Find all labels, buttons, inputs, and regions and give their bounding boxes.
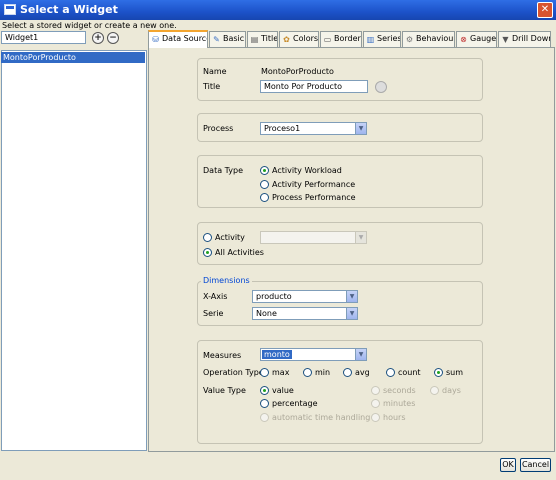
operation-max-radio[interactable] bbox=[260, 368, 269, 377]
widget-list[interactable] bbox=[1, 50, 147, 451]
operation-type-label: Operation Type bbox=[203, 368, 264, 377]
minus-icon: − bbox=[109, 33, 117, 43]
activity-combo[interactable]: ▼ bbox=[260, 231, 367, 244]
font-picker-icon[interactable] bbox=[375, 81, 387, 93]
chevron-down-icon: ▼ bbox=[355, 232, 366, 243]
value-label: value bbox=[272, 386, 294, 395]
widget-list-item[interactable]: MontoPorProducto bbox=[1, 52, 145, 63]
operation-avg-radio[interactable] bbox=[343, 368, 352, 377]
process-performance-label: Process Performance bbox=[272, 193, 356, 202]
x-axis-combo[interactable]: producto ▼ bbox=[252, 290, 358, 303]
all-activities-radio[interactable] bbox=[203, 248, 212, 257]
minutes-radio[interactable] bbox=[371, 399, 380, 408]
hours-label: hours bbox=[383, 413, 406, 422]
name-label: Name bbox=[203, 67, 227, 76]
percentage-label: percentage bbox=[272, 399, 318, 408]
seconds-radio[interactable] bbox=[371, 386, 380, 395]
border-icon: ▭ bbox=[323, 35, 332, 44]
chevron-down-icon[interactable]: ▼ bbox=[346, 291, 357, 302]
dimensions-title: Dimensions bbox=[201, 276, 252, 285]
process-label: Process bbox=[203, 124, 234, 133]
activity-workload-label: Activity Workload bbox=[272, 166, 342, 175]
tab-basic[interactable]: ✎ Basic bbox=[209, 31, 246, 47]
operation-sum-label: sum bbox=[446, 368, 464, 377]
cancel-button[interactable]: Cancel bbox=[520, 458, 551, 472]
x-axis-label: X-Axis bbox=[203, 292, 228, 301]
seconds-label: seconds bbox=[383, 386, 416, 395]
window-title: Select a Widget bbox=[20, 3, 118, 16]
days-label: days bbox=[442, 386, 461, 395]
window-icon bbox=[4, 4, 16, 15]
gauge-icon: ⊗ bbox=[460, 35, 467, 44]
chevron-down-icon[interactable]: ▼ bbox=[355, 123, 366, 134]
behaviour-icon: ⚙ bbox=[405, 35, 414, 44]
basic-icon: ✎ bbox=[213, 35, 220, 44]
process-combo[interactable]: Proceso1 ▼ bbox=[260, 122, 367, 135]
operation-max-label: max bbox=[272, 368, 290, 377]
automatic-time-handling-radio[interactable] bbox=[260, 413, 269, 422]
process-performance-radio[interactable] bbox=[260, 193, 269, 202]
minutes-label: minutes bbox=[383, 399, 416, 408]
plus-icon: + bbox=[94, 33, 102, 43]
chevron-down-icon[interactable]: ▼ bbox=[355, 349, 366, 360]
tab-data-source[interactable]: ⛁ Data Source bbox=[148, 30, 208, 48]
activity-radio[interactable] bbox=[203, 233, 212, 242]
tab-gauge[interactable]: ⊗ Gauge bbox=[456, 31, 497, 47]
tab-border[interactable]: ▭ Border bbox=[320, 31, 362, 47]
instructions-text: Select a stored widget or create a new o… bbox=[2, 21, 177, 30]
data-type-label: Data Type bbox=[203, 166, 244, 175]
operation-min-radio[interactable] bbox=[303, 368, 312, 377]
operation-count-radio[interactable] bbox=[386, 368, 395, 377]
remove-widget-button[interactable]: − bbox=[107, 32, 119, 44]
add-widget-button[interactable]: + bbox=[92, 32, 104, 44]
activity-performance-label: Activity Performance bbox=[272, 180, 356, 189]
title-input[interactable]: Monto Por Producto bbox=[260, 80, 368, 93]
title-label: Title bbox=[203, 82, 221, 91]
percentage-radio[interactable] bbox=[260, 399, 269, 408]
data-source-icon: ⛁ bbox=[152, 35, 159, 44]
value-radio[interactable] bbox=[260, 386, 269, 395]
serie-combo[interactable]: None ▼ bbox=[252, 307, 358, 320]
ok-button[interactable]: OK bbox=[500, 458, 516, 472]
hours-radio[interactable] bbox=[371, 413, 380, 422]
tab-drill-down[interactable]: ▼ Drill Down bbox=[498, 31, 551, 47]
automatic-time-handling-label: automatic time handling bbox=[272, 413, 371, 422]
tab-title[interactable]: ▤ Title bbox=[247, 31, 278, 47]
measures-combo[interactable]: monto ▼ bbox=[260, 348, 367, 361]
value-type-label: Value Type bbox=[203, 386, 246, 395]
activity-performance-radio[interactable] bbox=[260, 180, 269, 189]
all-activities-label: All Activities bbox=[215, 248, 264, 257]
tab-series[interactable]: ▥ Series bbox=[363, 31, 401, 47]
title-icon: ▤ bbox=[250, 35, 259, 44]
operation-sum-radio[interactable] bbox=[434, 368, 443, 377]
chevron-down-icon[interactable]: ▼ bbox=[346, 308, 357, 319]
widget-name-field[interactable]: Widget1 bbox=[1, 31, 86, 44]
series-icon: ▥ bbox=[366, 35, 375, 44]
colors-icon: ✿ bbox=[283, 35, 290, 44]
days-radio[interactable] bbox=[430, 386, 439, 395]
activity-workload-radio[interactable] bbox=[260, 166, 269, 175]
operation-count-label: count bbox=[398, 368, 421, 377]
operation-avg-label: avg bbox=[355, 368, 370, 377]
tab-colors[interactable]: ✿ Colors bbox=[279, 31, 319, 47]
operation-min-label: min bbox=[315, 368, 331, 377]
drill-down-icon: ▼ bbox=[502, 35, 509, 44]
activity-label: Activity bbox=[215, 233, 245, 242]
tab-behaviour[interactable]: ⚙ Behaviour bbox=[402, 31, 455, 47]
serie-label: Serie bbox=[203, 309, 224, 318]
close-button[interactable]: ✕ bbox=[537, 2, 553, 18]
name-value: MontoPorProducto bbox=[261, 67, 334, 76]
measures-label: Measures bbox=[203, 351, 242, 360]
